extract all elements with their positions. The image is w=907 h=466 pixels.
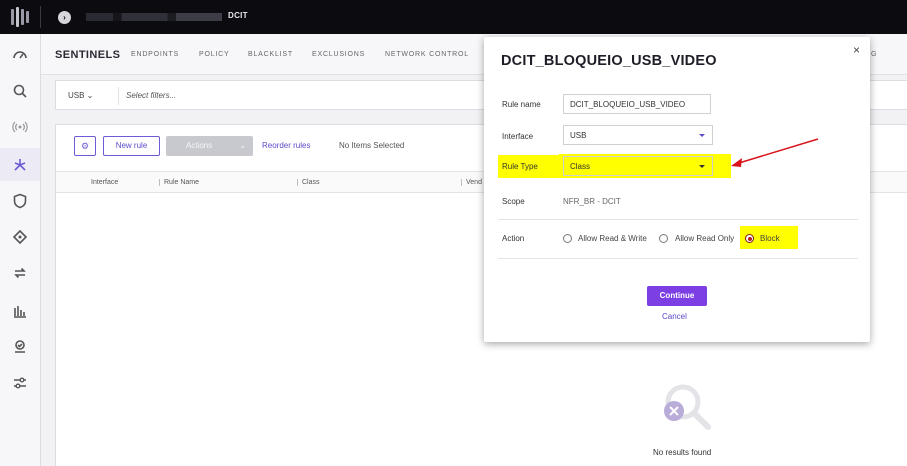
sidebar — [0, 34, 41, 466]
interface-select[interactable]: USB — [563, 125, 713, 145]
nav-blacklist[interactable]: BLACKLIST — [248, 51, 293, 58]
scope-label: Scope — [502, 197, 525, 206]
filter-search-input[interactable]: Select filters... — [126, 91, 176, 100]
radio-block[interactable] — [745, 234, 754, 243]
cancel-button[interactable]: Cancel — [662, 312, 687, 321]
sync-icon — [14, 267, 26, 278]
monitor-icon — [15, 339, 25, 353]
nav-endpoints[interactable]: ENDPOINTS — [131, 51, 179, 58]
actions-label: Actions — [186, 141, 213, 150]
sidebar-item-broadcast[interactable] — [0, 110, 40, 143]
chevron-down-icon — [699, 134, 705, 137]
sentinel-icon — [14, 158, 26, 171]
empty-state-text: No results found — [653, 448, 712, 457]
reorder-rules-link[interactable]: Reorder rules — [262, 141, 310, 150]
column-header-class[interactable]: Class — [297, 179, 320, 186]
rule-type-select[interactable]: Class — [563, 156, 713, 176]
broadcast-icon — [12, 121, 28, 132]
action-label: Action — [502, 234, 525, 243]
rule-type-select-value: Class — [570, 162, 591, 171]
sidebar-item-diamond[interactable] — [0, 220, 40, 253]
gear-icon-button[interactable]: ⚙ — [74, 136, 96, 156]
nav-overflow[interactable]: G — [871, 51, 877, 58]
scope-value: NFR_BR - DCIT — [563, 197, 621, 206]
divider — [118, 87, 119, 105]
app-logo-icon[interactable] — [9, 7, 29, 27]
chevron-down-icon: ⌄ — [239, 141, 246, 150]
divider — [498, 219, 858, 220]
search-icon — [13, 84, 27, 98]
allow-read-write-label[interactable]: Allow Read & Write — [578, 234, 647, 243]
rule-name-label: Rule name — [502, 100, 541, 109]
dashboard-icon — [13, 50, 27, 58]
close-icon[interactable]: × — [853, 43, 860, 57]
interface-select-value: USB — [570, 131, 587, 140]
chart-icon — [14, 305, 26, 318]
new-rule-button[interactable]: New rule — [103, 136, 160, 156]
redacted-account-name — [86, 13, 222, 21]
rule-name-input[interactable]: DCIT_BLOQUEIO_USB_VIDEO — [563, 94, 711, 114]
column-header-vendor[interactable]: Vend — [461, 179, 482, 186]
page-title: SENTINELS — [55, 49, 121, 61]
sidebar-item-search[interactable] — [0, 74, 40, 107]
sidebar-item-sync[interactable] — [0, 256, 40, 289]
divider — [40, 6, 41, 28]
selection-status: No Items Selected — [339, 141, 405, 150]
rule-type-label: Rule Type — [502, 162, 538, 171]
chevron-down-icon — [699, 165, 705, 168]
sidebar-item-dashboard[interactable] — [0, 38, 40, 71]
interface-label: Interface — [502, 132, 534, 141]
block-label[interactable]: Block — [760, 234, 780, 243]
radio-allow-read-only[interactable] — [659, 234, 668, 243]
site-selector-icon[interactable]: › — [58, 11, 71, 24]
no-results-icon — [664, 384, 711, 430]
allow-read-only-label[interactable]: Allow Read Only — [675, 234, 734, 243]
sliders-icon — [14, 377, 26, 388]
nav-exclusions[interactable]: EXCLUSIONS — [312, 51, 365, 58]
nav-policy[interactable]: POLICY — [199, 51, 229, 58]
diamond-icon — [12, 229, 28, 244]
top-bar: › DCIT — [0, 0, 907, 34]
column-header-rule-name[interactable]: Rule Name — [159, 179, 199, 186]
gear-icon: ⚙ — [80, 141, 90, 151]
nav-network-control[interactable]: NETWORK CONTROL — [385, 51, 469, 58]
sidebar-item-shield[interactable] — [0, 184, 40, 217]
sidebar-item-sentinels[interactable] — [0, 148, 40, 181]
radio-allow-read-write[interactable] — [563, 234, 572, 243]
sidebar-item-settings[interactable] — [0, 366, 40, 399]
site-name[interactable]: DCIT — [228, 11, 248, 20]
actions-dropdown-button[interactable]: Actions ⌄ — [166, 136, 253, 156]
sidebar-item-reports[interactable] — [0, 294, 40, 327]
modal-title: DCIT_BLOQUEIO_USB_VIDEO — [501, 53, 717, 69]
rule-modal: × DCIT_BLOQUEIO_USB_VIDEO Rule name DCIT… — [484, 37, 870, 342]
continue-button[interactable]: Continue — [647, 286, 707, 306]
column-header-interface[interactable]: Interface — [87, 179, 118, 186]
sidebar-item-monitor[interactable] — [0, 330, 40, 363]
divider — [498, 258, 858, 259]
shield-icon — [13, 193, 27, 208]
filter-type-dropdown[interactable]: USB ⌄ — [68, 91, 93, 100]
